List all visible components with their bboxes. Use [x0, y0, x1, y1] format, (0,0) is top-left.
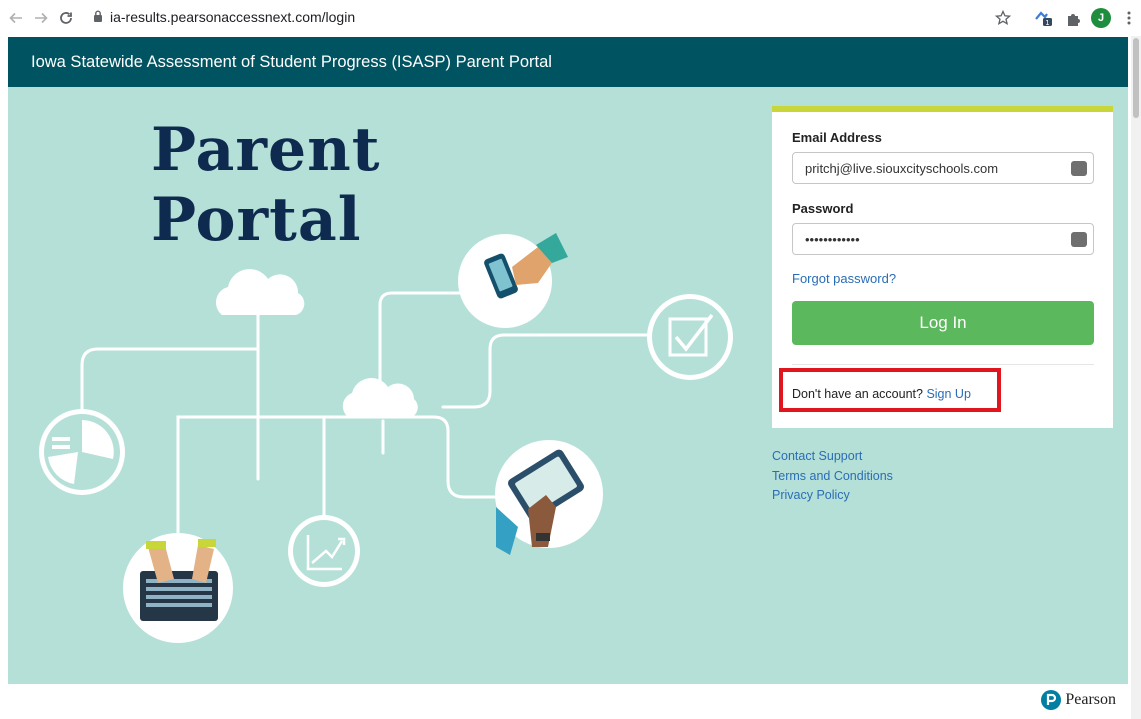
phone-hand-icon — [458, 233, 568, 328]
scrollbar-thumb[interactable] — [1133, 38, 1139, 118]
pie-chart-icon — [39, 409, 125, 495]
extension-icon[interactable]: 1 — [1033, 7, 1055, 29]
lock-icon — [93, 10, 103, 28]
menu-kebab-icon[interactable] — [1118, 7, 1140, 29]
password-manager-icon[interactable] — [1071, 161, 1087, 176]
signup-prompt: Don't have an account? Sign Up — [792, 387, 971, 401]
login-card: Email Address Password Forgot password? … — [772, 106, 1113, 428]
email-field[interactable] — [792, 152, 1094, 184]
app-header: Iowa Statewide Assessment of Student Pro… — [8, 37, 1128, 87]
back-arrow-icon[interactable] — [5, 7, 27, 29]
browser-toolbar: ia-results.pearsonaccessnext.com/login 1… — [0, 0, 1141, 36]
contact-support-link[interactable]: Contact Support — [772, 447, 893, 467]
email-label: Email Address — [792, 130, 882, 145]
hero-illustration — [39, 233, 733, 643]
card-divider — [792, 364, 1094, 365]
url-bar[interactable]: ia-results.pearsonaccessnext.com/login — [110, 9, 355, 25]
laptop-hands-icon — [123, 533, 233, 643]
pearson-logo-icon — [1041, 690, 1062, 710]
cloud-icons — [215, 269, 418, 417]
pearson-logo: Pearson — [1041, 690, 1116, 710]
puzzle-extensions-icon[interactable] — [1062, 7, 1084, 29]
reload-icon[interactable] — [55, 7, 77, 29]
pearson-wordmark: Pearson — [1065, 691, 1116, 708]
signup-prompt-text: Don't have an account? — [792, 387, 923, 401]
card-accent-bar — [772, 106, 1113, 112]
app-title: Iowa Statewide Assessment of Student Pro… — [31, 52, 552, 71]
email-input[interactable] — [805, 160, 1055, 176]
password-manager-icon[interactable] — [1071, 232, 1087, 247]
forward-arrow-icon[interactable] — [30, 7, 52, 29]
svg-text:1: 1 — [1045, 19, 1049, 27]
terms-link[interactable]: Terms and Conditions — [772, 467, 893, 487]
bookmark-star-icon[interactable] — [992, 7, 1014, 29]
password-field[interactable] — [792, 223, 1094, 255]
checkbox-icon — [647, 294, 733, 380]
signup-link[interactable]: Sign Up — [926, 387, 970, 401]
password-input[interactable] — [805, 231, 1055, 247]
forgot-password-link[interactable]: Forgot password? — [792, 271, 896, 286]
growth-graph-icon — [288, 515, 360, 587]
privacy-policy-link[interactable]: Privacy Policy — [772, 486, 893, 506]
tablet-hand-icon — [495, 440, 603, 555]
page-scrollbar[interactable] — [1131, 36, 1141, 719]
footer-links: Contact Support Terms and Conditions Pri… — [772, 447, 893, 506]
page-footer: Pearson — [8, 684, 1128, 719]
login-button[interactable]: Log In — [792, 301, 1094, 345]
profile-avatar[interactable]: J — [1091, 8, 1111, 28]
password-label: Password — [792, 201, 854, 216]
